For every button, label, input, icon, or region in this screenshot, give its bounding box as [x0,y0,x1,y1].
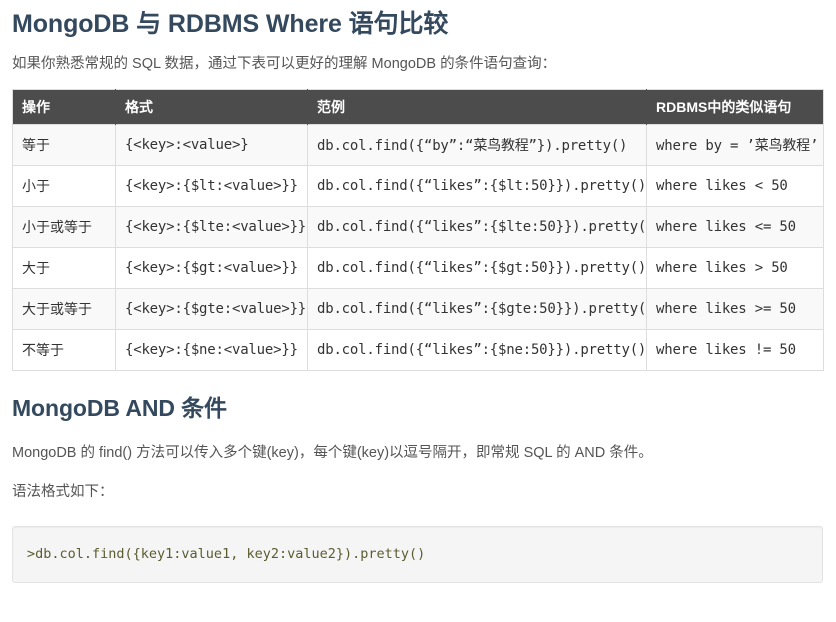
and-section: MongoDB AND 条件 MongoDB 的 find() 方法可以传入多个… [12,371,824,584]
page-content: MongoDB 与 RDBMS Where 语句比较 如果你熟悉常规的 SQL … [0,0,836,622]
cell-rdbms: where likes >= 50 [646,287,824,330]
cell-operation: 小于 [12,164,116,207]
table-row: 小于或等于 {<key>:{$lte:<value>}} db.col.find… [12,205,824,248]
cell-example: db.col.find({“likes”:{$gte:50}}).pretty(… [307,287,647,330]
column-header-example: 范例 [307,89,647,125]
cell-format: {<key>:{$gte:<value>}} [115,287,308,330]
column-header-format: 格式 [115,89,308,125]
cell-format: {<key>:{$ne:<value>}} [115,328,308,371]
cell-operation: 等于 [12,123,116,166]
cell-rdbms: where likes > 50 [646,246,824,289]
intro-paragraph: 如果你熟悉常规的 SQL 数据，通过下表可以更好的理解 MongoDB 的条件语… [12,56,557,72]
cell-rdbms: where likes <= 50 [646,205,824,248]
cell-example: db.col.find({“likes”:{$ne:50}}).pretty() [307,328,647,371]
cell-rdbms: where likes != 50 [646,328,824,371]
cell-example: db.col.find({“likes”:{$lt:50}}).pretty() [307,164,647,207]
cell-format: {<key>:{$lte:<value>}} [115,205,308,248]
table-body: 等于 {<key>:<value>} db.col.find({“by”:“菜鸟… [12,123,824,371]
cell-example: db.col.find({“likes”:{$gt:50}}).pretty() [307,246,647,289]
table-row: 大于 {<key>:{$gt:<value>}} db.col.find({“l… [12,246,824,289]
cell-rdbms: where likes < 50 [646,164,824,207]
table-row: 不等于 {<key>:{$ne:<value>}} db.col.find({“… [12,328,824,371]
and-section-heading: MongoDB AND 条件 [12,394,227,421]
table-row: 小于 {<key>:{$lt:<value>}} db.col.find({“l… [12,164,824,207]
cell-format: {<key>:{$lt:<value>}} [115,164,308,207]
and-section-paragraph-2: 语法格式如下： [12,484,114,501]
code-block: >db.col.find({key1:value1, key2:value2})… [12,525,823,584]
cell-operation: 大于 [12,246,116,289]
column-header-rdbms: RDBMS中的类似语句 [646,89,824,125]
cell-rdbms: where by = ’菜鸟教程’ [646,123,824,166]
code-snippet: >db.col.find({key1:value1, key2:value2})… [27,545,426,562]
table-row: 等于 {<key>:<value>} db.col.find({“by”:“菜鸟… [12,123,824,166]
table-header: 操作 格式 范例 RDBMS中的类似语句 [12,89,824,125]
page-title: MongoDB 与 RDBMS Where 语句比较 [12,10,449,38]
table-row: 大于或等于 {<key>:{$gte:<value>}} db.col.find… [12,287,824,330]
column-header-operation: 操作 [12,89,116,125]
where-comparison-table: 操作 格式 范例 RDBMS中的类似语句 等于 {<key>:<value>} … [12,88,824,371]
cell-operation: 小于或等于 [12,205,116,248]
cell-format: {<key>:<value>} [115,123,308,166]
cell-operation: 大于或等于 [12,287,116,330]
cell-operation: 不等于 [12,328,116,371]
cell-format: {<key>:{$gt:<value>}} [115,246,308,289]
cell-example: db.col.find({“likes”:{$lte:50}}).pretty(… [307,205,647,248]
and-section-paragraph-1: MongoDB 的 find() 方法可以传入多个键(key)，每个键(key)… [12,445,653,462]
cell-example: db.col.find({“by”:“菜鸟教程”}).pretty() [307,123,647,166]
table-header-row: 操作 格式 范例 RDBMS中的类似语句 [12,89,824,125]
